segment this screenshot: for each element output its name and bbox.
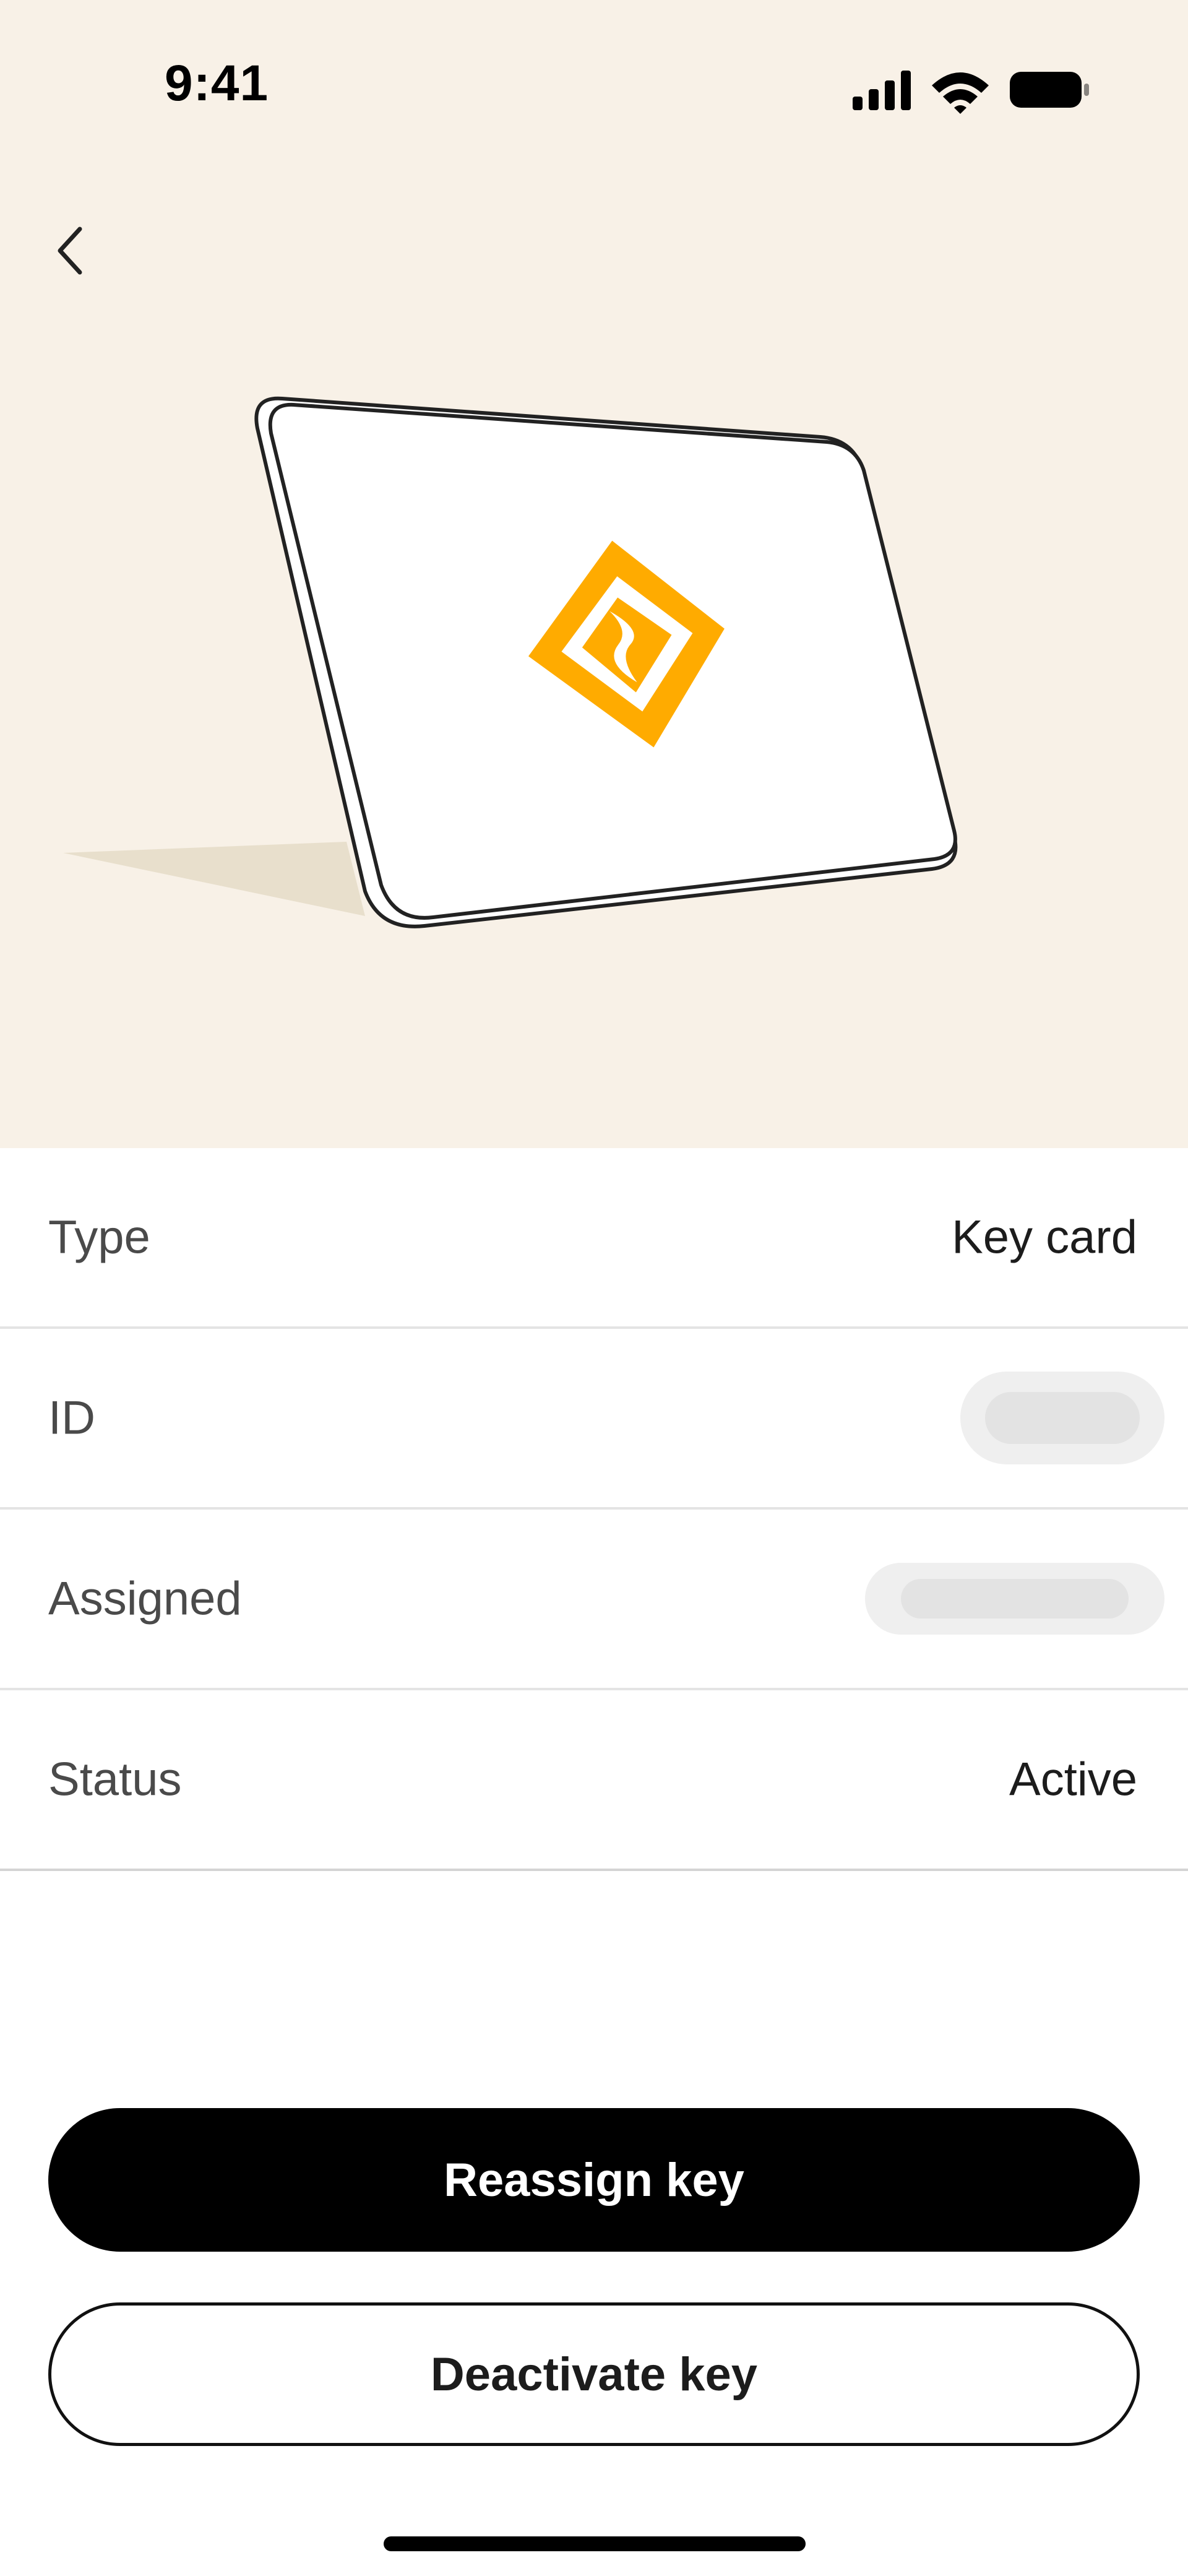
detail-label: ID: [48, 1391, 95, 1445]
detail-value: Active: [1009, 1753, 1137, 1806]
detail-row-id: ID: [0, 1329, 1188, 1510]
chevron-left-icon: [58, 227, 82, 275]
key-card-illustration: [63, 396, 958, 928]
detail-value: Key card: [952, 1211, 1137, 1264]
redacted-value: [960, 1372, 1164, 1464]
back-button[interactable]: [37, 217, 105, 285]
detail-label: Status: [48, 1753, 182, 1806]
redacted-value: [865, 1563, 1164, 1635]
wifi-icon: [932, 72, 989, 114]
key-detail-screen: 9:41 Type Key card ID Assigned Status Ac…: [0, 0, 1188, 2576]
battery-icon: [1010, 72, 1089, 108]
hero-section: 9:41: [0, 0, 1188, 1148]
cellular-signal-icon: [853, 71, 911, 110]
deactivate-key-button[interactable]: Deactivate key: [48, 2302, 1140, 2446]
detail-row-assigned: Assigned: [0, 1510, 1188, 1690]
status-time: 9:41: [165, 55, 269, 111]
detail-row-type: Type Key card: [0, 1148, 1188, 1329]
detail-row-status: Status Active: [0, 1690, 1188, 1871]
card-shadow: [63, 842, 365, 916]
home-indicator: [384, 2536, 806, 2551]
reassign-key-button[interactable]: Reassign key: [48, 2108, 1140, 2252]
key-details-list: Type Key card ID Assigned Status Active: [0, 1148, 1188, 1871]
status-icons: [853, 71, 1089, 114]
detail-label: Type: [48, 1211, 150, 1264]
detail-label: Assigned: [48, 1572, 242, 1625]
